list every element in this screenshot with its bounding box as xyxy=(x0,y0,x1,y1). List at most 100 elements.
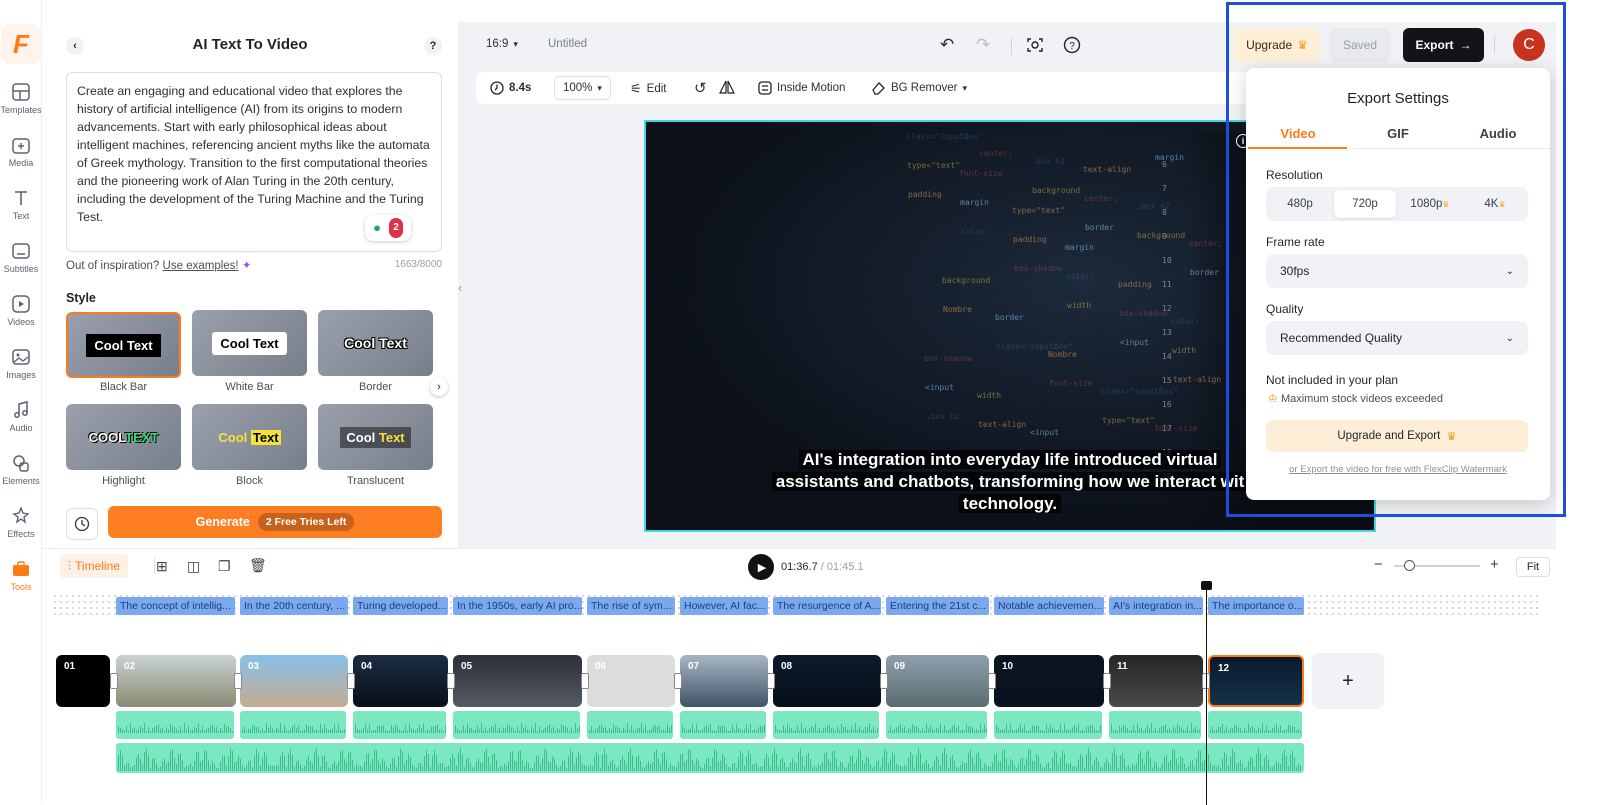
clip-thumbnail[interactable]: 08 xyxy=(773,655,881,707)
transition-handle[interactable] xyxy=(767,673,775,689)
playhead-handle[interactable] xyxy=(1201,581,1212,590)
rail-videos[interactable]: Videos xyxy=(0,284,42,336)
voiceover-clip[interactable] xyxy=(994,711,1102,739)
caption-chip[interactable]: However, AI fac... xyxy=(680,597,768,615)
caption-chip[interactable]: In the 1950s, early AI pro... xyxy=(453,597,582,615)
line-number: 16 xyxy=(1162,400,1172,409)
rail-templates[interactable]: Templates xyxy=(0,72,42,124)
voiceover-clip[interactable] xyxy=(353,711,446,739)
code-line: center; xyxy=(979,149,1013,158)
split-button[interactable]: ◫ xyxy=(187,558,200,575)
zoom-slider-thumb[interactable] xyxy=(1404,560,1415,571)
history-button[interactable] xyxy=(66,508,98,540)
clip-thumbnail[interactable]: 10 xyxy=(994,655,1104,707)
project-name[interactable]: Untitled xyxy=(548,38,587,50)
grammar-badge[interactable]: ● 2 xyxy=(365,215,411,241)
clip-thumbnail[interactable]: 11 xyxy=(1109,655,1203,707)
clip-thumbnail[interactable]: 04 xyxy=(353,655,448,707)
style-card-highlight[interactable]: COOLTEXT xyxy=(66,404,181,470)
rail-audio[interactable]: Audio xyxy=(0,390,42,442)
timeline-tab[interactable]: ⫶ Timeline xyxy=(60,554,128,578)
edit-button[interactable]: ⚟ Edit xyxy=(630,81,666,97)
redo-button[interactable]: ↷ xyxy=(976,35,990,55)
style-card-border[interactable]: Cool Text xyxy=(318,310,433,376)
bg-remover-button[interactable]: BG Remover ▾ xyxy=(871,81,967,95)
transition-handle[interactable] xyxy=(674,673,682,689)
music-track[interactable] xyxy=(116,743,1304,773)
caption-chip[interactable]: The concept of intellig... xyxy=(116,597,235,615)
caption-chip[interactable]: AI's integration in... xyxy=(1109,597,1203,615)
duration-control[interactable]: 8.4s xyxy=(490,81,531,95)
transition-handle[interactable] xyxy=(880,673,888,689)
clip-thumbnail[interactable]: 12 xyxy=(1208,655,1304,707)
transition-handle[interactable] xyxy=(581,673,589,689)
caption-chip[interactable]: Notable achievemen... xyxy=(994,597,1104,615)
duplicate-button[interactable]: ❐ xyxy=(218,558,231,575)
rail-subtitles[interactable]: Subtitles xyxy=(0,231,42,283)
style-card-black-bar[interactable]: Cool Text xyxy=(66,312,181,378)
rotate-button[interactable]: ↺ xyxy=(694,79,707,97)
caption-chip[interactable]: Entering the 21st c... xyxy=(886,597,989,615)
caption-chip[interactable]: The resurgence of A... xyxy=(773,597,881,615)
collapse-panel-handle[interactable]: ‹ xyxy=(458,280,468,298)
clip-thumbnail[interactable]: 01 xyxy=(56,655,110,707)
caption-chip[interactable]: Turing developed... xyxy=(353,597,448,615)
undo-button[interactable]: ↶ xyxy=(940,35,954,55)
transition-handle[interactable] xyxy=(234,673,242,689)
clip-thumbnail[interactable]: 07 xyxy=(680,655,768,707)
delete-button[interactable]: 🗑︎ xyxy=(249,557,267,574)
help-circle-button[interactable]: ? xyxy=(1063,36,1081,54)
help-button[interactable]: ? xyxy=(424,37,442,55)
use-examples-link[interactable]: Use examples! xyxy=(163,260,239,272)
styles-next-button[interactable]: › xyxy=(430,378,448,396)
zoom-dropdown[interactable]: 100% ▾ xyxy=(554,76,611,100)
rail-tools[interactable]: Tools xyxy=(0,549,42,601)
clip-thumbnail[interactable]: 03 xyxy=(240,655,348,707)
voiceover-clip[interactable] xyxy=(1208,711,1302,739)
voiceover-clip[interactable] xyxy=(116,711,234,739)
clock-icon xyxy=(74,516,90,532)
code-line: margin xyxy=(960,198,989,207)
caption-chip[interactable]: The importance o... xyxy=(1208,597,1304,615)
zoom-out-button[interactable]: − xyxy=(1374,556,1383,573)
voiceover-clip[interactable] xyxy=(1109,711,1201,739)
flip-button[interactable] xyxy=(719,80,735,94)
voiceover-clip[interactable] xyxy=(886,711,987,739)
caption-chip[interactable]: In the 20th century, ... xyxy=(240,597,348,615)
voiceover-clip[interactable] xyxy=(587,711,673,739)
snapshot-button[interactable] xyxy=(1026,36,1044,54)
transition-handle[interactable] xyxy=(447,673,455,689)
transition-handle[interactable] xyxy=(347,673,355,689)
clip-thumbnail[interactable]: 06 xyxy=(587,655,675,707)
playhead[interactable] xyxy=(1206,583,1207,805)
clip-thumbnail[interactable]: 09 xyxy=(886,655,989,707)
rail-text[interactable]: Text xyxy=(0,178,42,230)
add-clip-button[interactable]: + xyxy=(1312,653,1384,709)
add-track-button[interactable]: ⊞ xyxy=(156,558,168,575)
style-card-translucent[interactable]: Cool Text xyxy=(318,404,433,470)
voiceover-clip[interactable] xyxy=(773,711,879,739)
transition-handle[interactable] xyxy=(988,673,996,689)
style-card-block[interactable]: Cool Text xyxy=(192,404,307,470)
voiceover-clip[interactable] xyxy=(680,711,766,739)
fit-button[interactable]: Fit xyxy=(1516,557,1550,577)
transition-handle[interactable] xyxy=(1103,673,1111,689)
inside-motion-button[interactable]: Inside Motion xyxy=(758,81,845,95)
rail-media[interactable]: Media xyxy=(0,125,42,177)
voiceover-clip[interactable] xyxy=(240,711,346,739)
clip-thumbnail[interactable]: 05 xyxy=(453,655,582,707)
transition-handle[interactable] xyxy=(110,673,118,689)
play-button[interactable]: ▶ xyxy=(748,554,774,580)
generate-button[interactable]: Generate 2 Free Tries Left xyxy=(108,506,442,538)
voiceover-clip[interactable] xyxy=(453,711,580,739)
app-logo[interactable]: F xyxy=(1,24,41,64)
prompt-textarea[interactable]: Create an engaging and educational video… xyxy=(66,72,442,252)
clip-thumbnail[interactable]: 02 xyxy=(116,655,236,707)
zoom-in-button[interactable]: + xyxy=(1490,556,1499,573)
rail-images[interactable]: Images xyxy=(0,337,42,389)
aspect-ratio-dropdown[interactable]: 16:9 ▾ xyxy=(486,38,518,50)
rail-effects[interactable]: Effects xyxy=(0,496,42,548)
caption-chip[interactable]: The rise of sym... xyxy=(587,597,675,615)
style-card-white-bar[interactable]: Cool Text xyxy=(192,310,307,376)
rail-elements[interactable]: Elements xyxy=(0,443,42,495)
